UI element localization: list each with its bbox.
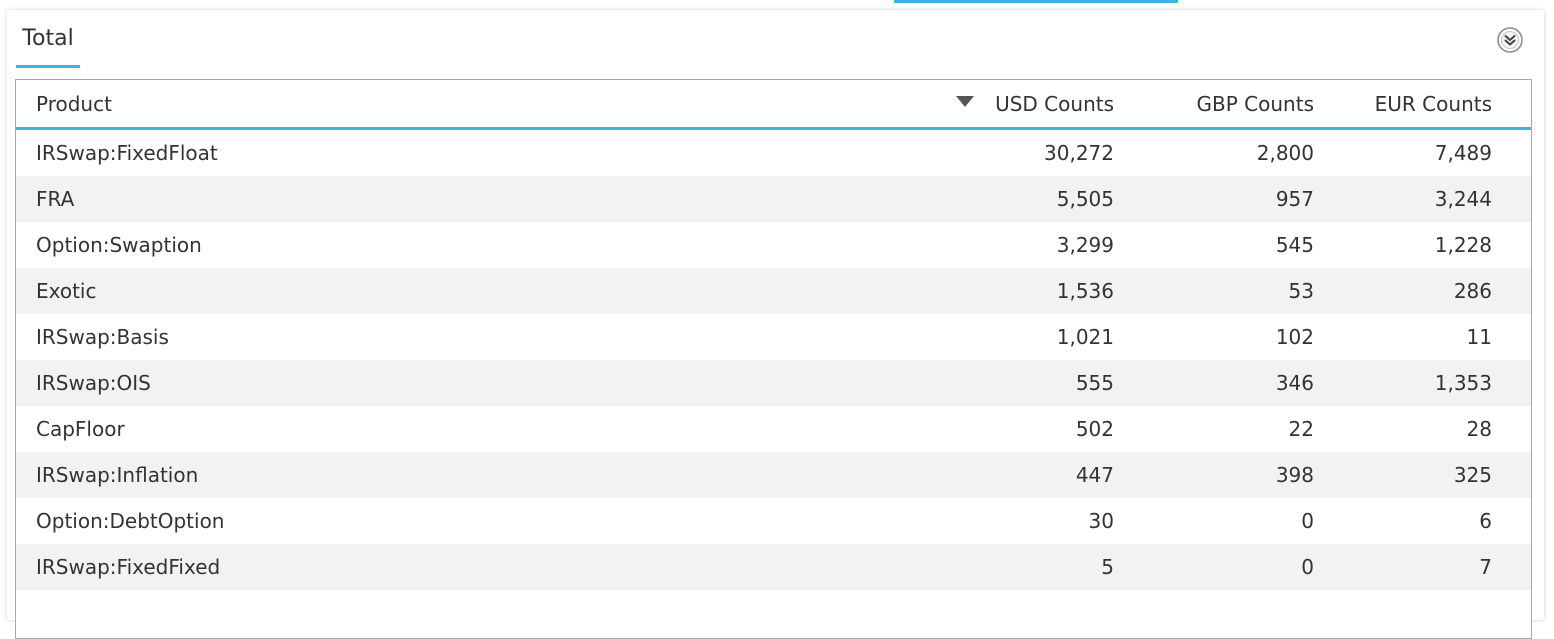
- cell-eur-counts: 28: [1466, 417, 1492, 441]
- top-tab-indicator: [894, 0, 1178, 3]
- collapse-button[interactable]: [1495, 25, 1525, 55]
- cell-product: Option:Swaption: [36, 233, 202, 257]
- table-row[interactable]: Option:Swaption 3,299 545 1,228: [16, 222, 1531, 268]
- cell-gbp-counts: 2,800: [1256, 141, 1314, 165]
- table-row[interactable]: Option:DebtOption 30 0 6: [16, 498, 1531, 544]
- cell-gbp-counts: 346: [1275, 371, 1314, 395]
- cell-product: IRSwap:Basis: [36, 325, 169, 349]
- cell-usd-counts: 30: [1088, 509, 1114, 533]
- cell-usd-counts: 555: [1075, 371, 1114, 395]
- cell-eur-counts: 7,489: [1434, 141, 1492, 165]
- column-header-usd-counts[interactable]: USD Counts: [995, 80, 1114, 127]
- cell-eur-counts: 286: [1453, 279, 1492, 303]
- cell-gbp-counts: 0: [1301, 509, 1314, 533]
- table-row[interactable]: IRSwap:FixedFixed 5 0 7: [16, 544, 1531, 590]
- cell-eur-counts: 325: [1453, 463, 1492, 487]
- cell-product: Exotic: [36, 279, 97, 303]
- cell-usd-counts: 1,021: [1056, 325, 1114, 349]
- column-header-gbp-counts[interactable]: GBP Counts: [1197, 80, 1314, 127]
- total-panel: Total Product USD Counts GBP Counts EUR …: [7, 10, 1544, 639]
- cell-eur-counts: 1,228: [1434, 233, 1492, 257]
- cell-gbp-counts: 545: [1275, 233, 1314, 257]
- grid-header: Product USD Counts GBP Counts EUR Counts: [16, 80, 1531, 130]
- cell-gbp-counts: 22: [1288, 417, 1314, 441]
- cell-product: IRSwap:Inflation: [36, 463, 199, 487]
- column-header-eur-counts[interactable]: EUR Counts: [1375, 80, 1492, 127]
- cell-eur-counts: 6: [1479, 509, 1492, 533]
- cell-product: CapFloor: [36, 417, 125, 441]
- sort-descending-icon[interactable]: [955, 95, 975, 109]
- panel-header: Total: [7, 10, 1544, 70]
- table-row[interactable]: Exotic 1,536 53 286: [16, 268, 1531, 314]
- table-row[interactable]: IRSwap:Basis 1,021 102 11: [16, 314, 1531, 360]
- double-chevron-down-icon: [1497, 27, 1523, 53]
- table-row[interactable]: FRA 5,505 957 3,244: [16, 176, 1531, 222]
- column-header-product[interactable]: Product: [36, 80, 112, 127]
- cell-usd-counts: 5: [1101, 555, 1114, 579]
- cell-usd-counts: 3,299: [1056, 233, 1114, 257]
- cell-gbp-counts: 0: [1301, 555, 1314, 579]
- cell-usd-counts: 1,536: [1056, 279, 1114, 303]
- counts-grid: Product USD Counts GBP Counts EUR Counts…: [15, 79, 1532, 639]
- tab-total[interactable]: Total: [16, 22, 80, 68]
- cell-usd-counts: 30,272: [1044, 141, 1114, 165]
- cell-product: FRA: [36, 187, 75, 211]
- cell-usd-counts: 447: [1075, 463, 1114, 487]
- cell-product: IRSwap:FixedFloat: [36, 141, 218, 165]
- cell-gbp-counts: 957: [1275, 187, 1314, 211]
- cell-gbp-counts: 398: [1275, 463, 1314, 487]
- table-row[interactable]: IRSwap:FixedFloat 30,272 2,800 7,489: [16, 130, 1531, 176]
- cell-product: Option:DebtOption: [36, 509, 225, 533]
- table-row[interactable]: IRSwap:OIS 555 346 1,353: [16, 360, 1531, 406]
- cell-product: IRSwap:OIS: [36, 371, 151, 395]
- cell-usd-counts: 5,505: [1056, 187, 1114, 211]
- cell-eur-counts: 11: [1466, 325, 1492, 349]
- cell-eur-counts: 1,353: [1434, 371, 1492, 395]
- grid-body: IRSwap:FixedFloat 30,272 2,800 7,489 FRA…: [16, 130, 1531, 590]
- cell-gbp-counts: 53: [1288, 279, 1314, 303]
- cell-product: IRSwap:FixedFixed: [36, 555, 221, 579]
- cell-eur-counts: 7: [1479, 555, 1492, 579]
- cell-eur-counts: 3,244: [1434, 187, 1492, 211]
- cell-gbp-counts: 102: [1275, 325, 1314, 349]
- table-row[interactable]: IRSwap:Inflation 447 398 325: [16, 452, 1531, 498]
- table-row[interactable]: CapFloor 502 22 28: [16, 406, 1531, 452]
- cell-usd-counts: 502: [1075, 417, 1114, 441]
